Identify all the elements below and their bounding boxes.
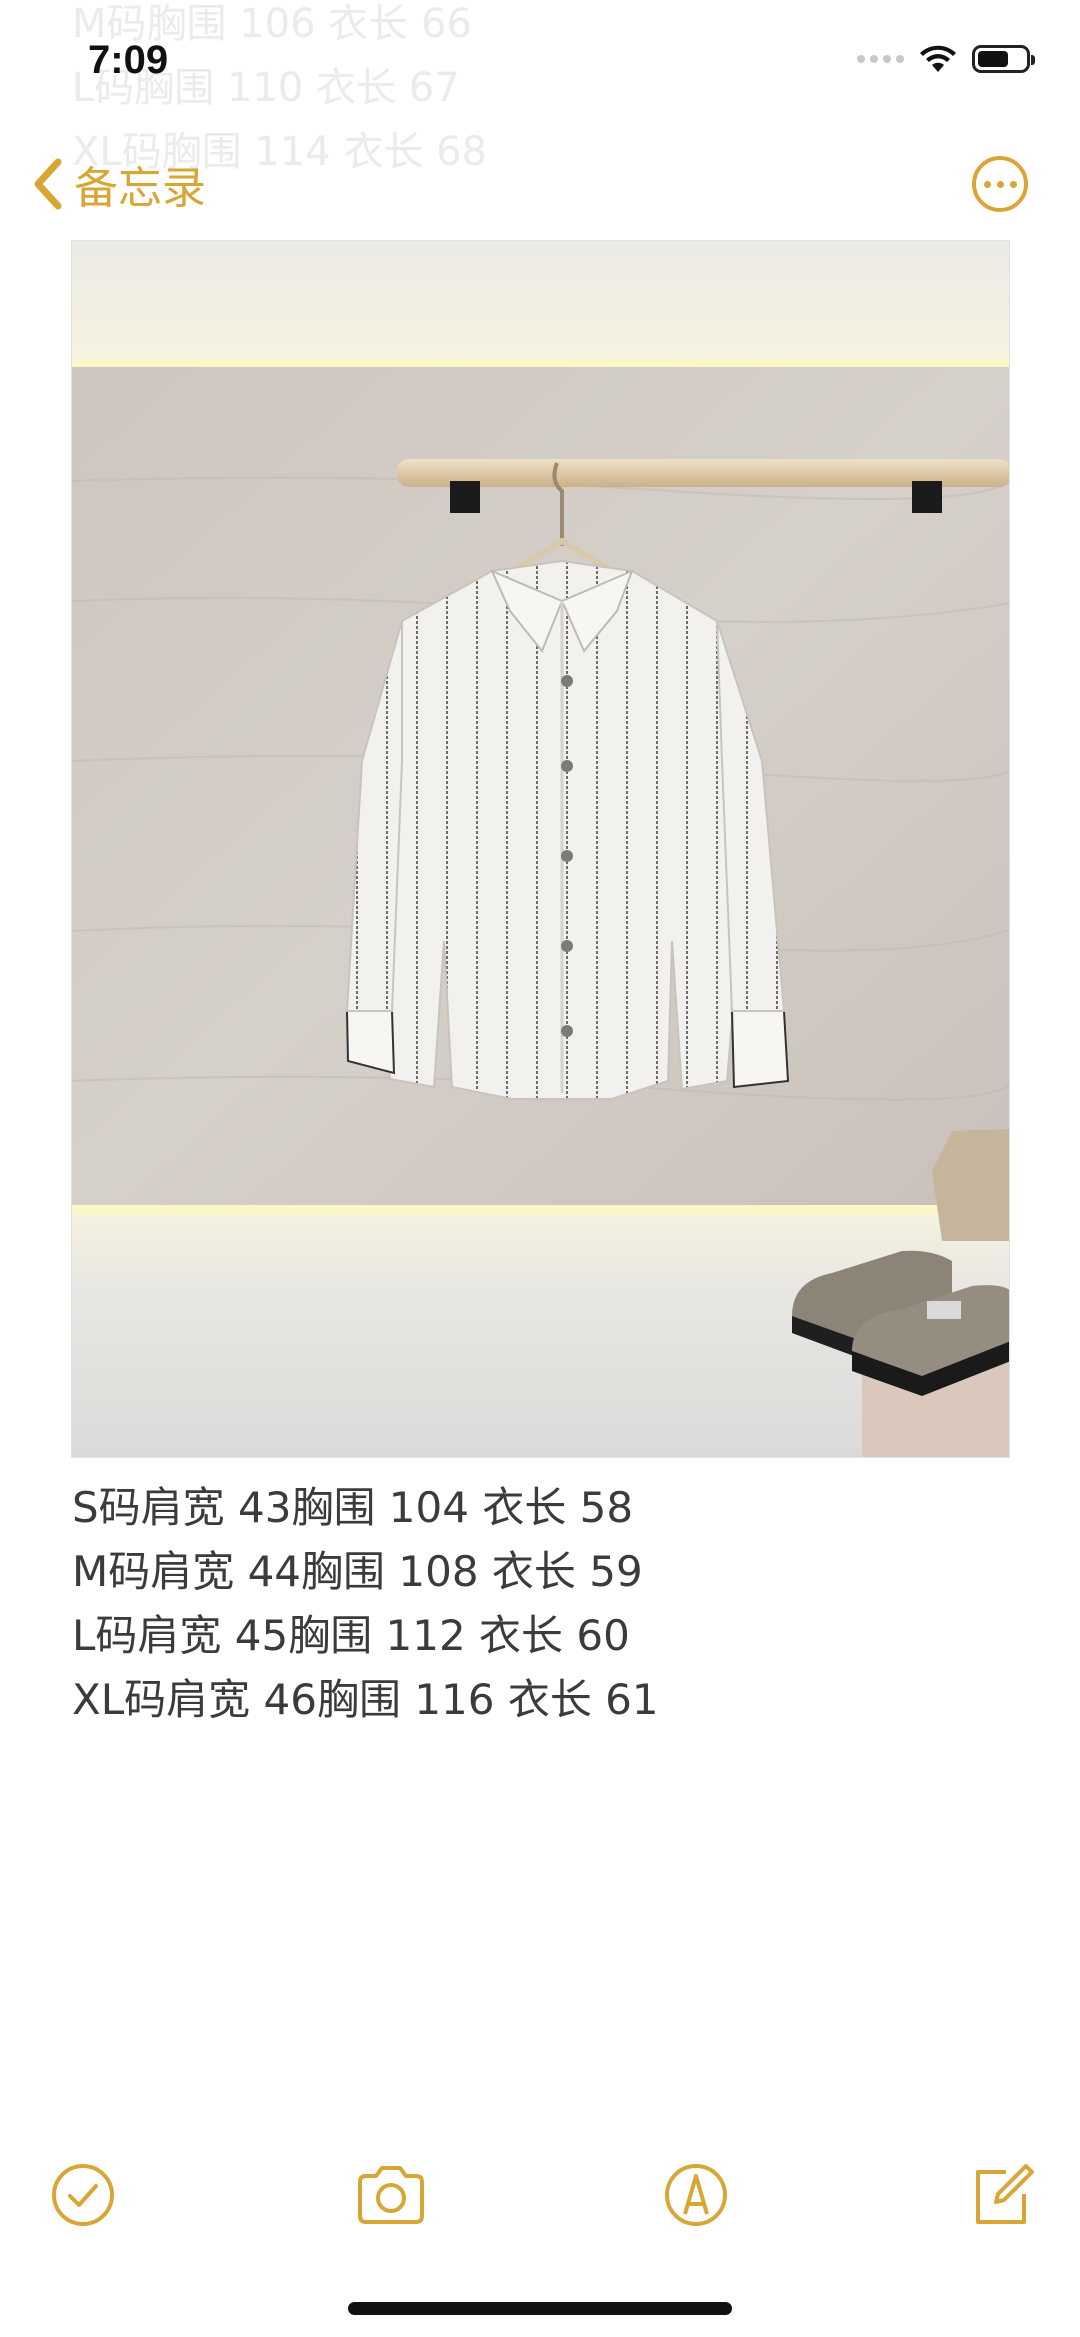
camera-icon[interactable] — [354, 2160, 428, 2230]
status-indicators — [857, 44, 1035, 74]
note-body[interactable]: S码肩宽 43胸围 104 衣长 58 M码肩宽 44胸围 108 衣长 59 … — [72, 1476, 659, 1732]
checklist-icon[interactable] — [48, 2160, 118, 2230]
markup-icon[interactable] — [661, 2160, 731, 2230]
shirt-photo — [72, 241, 1009, 1457]
back-button-label: 备忘录 — [74, 163, 206, 214]
cellular-signal-icon — [857, 55, 904, 63]
home-indicator[interactable] — [348, 2302, 732, 2315]
more-options-button[interactable] — [972, 156, 1028, 212]
compose-icon[interactable] — [966, 2160, 1036, 2230]
note-image-shirt[interactable] — [71, 240, 1010, 1458]
status-time: 7:09 — [88, 38, 169, 82]
note-line: L码肩宽 45胸围 112 衣长 60 — [72, 1611, 630, 1660]
chevron-left-icon — [34, 158, 62, 210]
note-line: M码肩宽 44胸围 108 衣长 59 — [72, 1547, 643, 1596]
note-line: S码肩宽 43胸围 104 衣长 58 — [72, 1483, 634, 1532]
note-line: XL码肩宽 46胸围 116 衣长 61 — [72, 1675, 659, 1724]
battery-icon — [972, 45, 1035, 73]
wifi-icon — [920, 45, 956, 72]
back-button[interactable]: 备忘录 — [30, 152, 206, 216]
